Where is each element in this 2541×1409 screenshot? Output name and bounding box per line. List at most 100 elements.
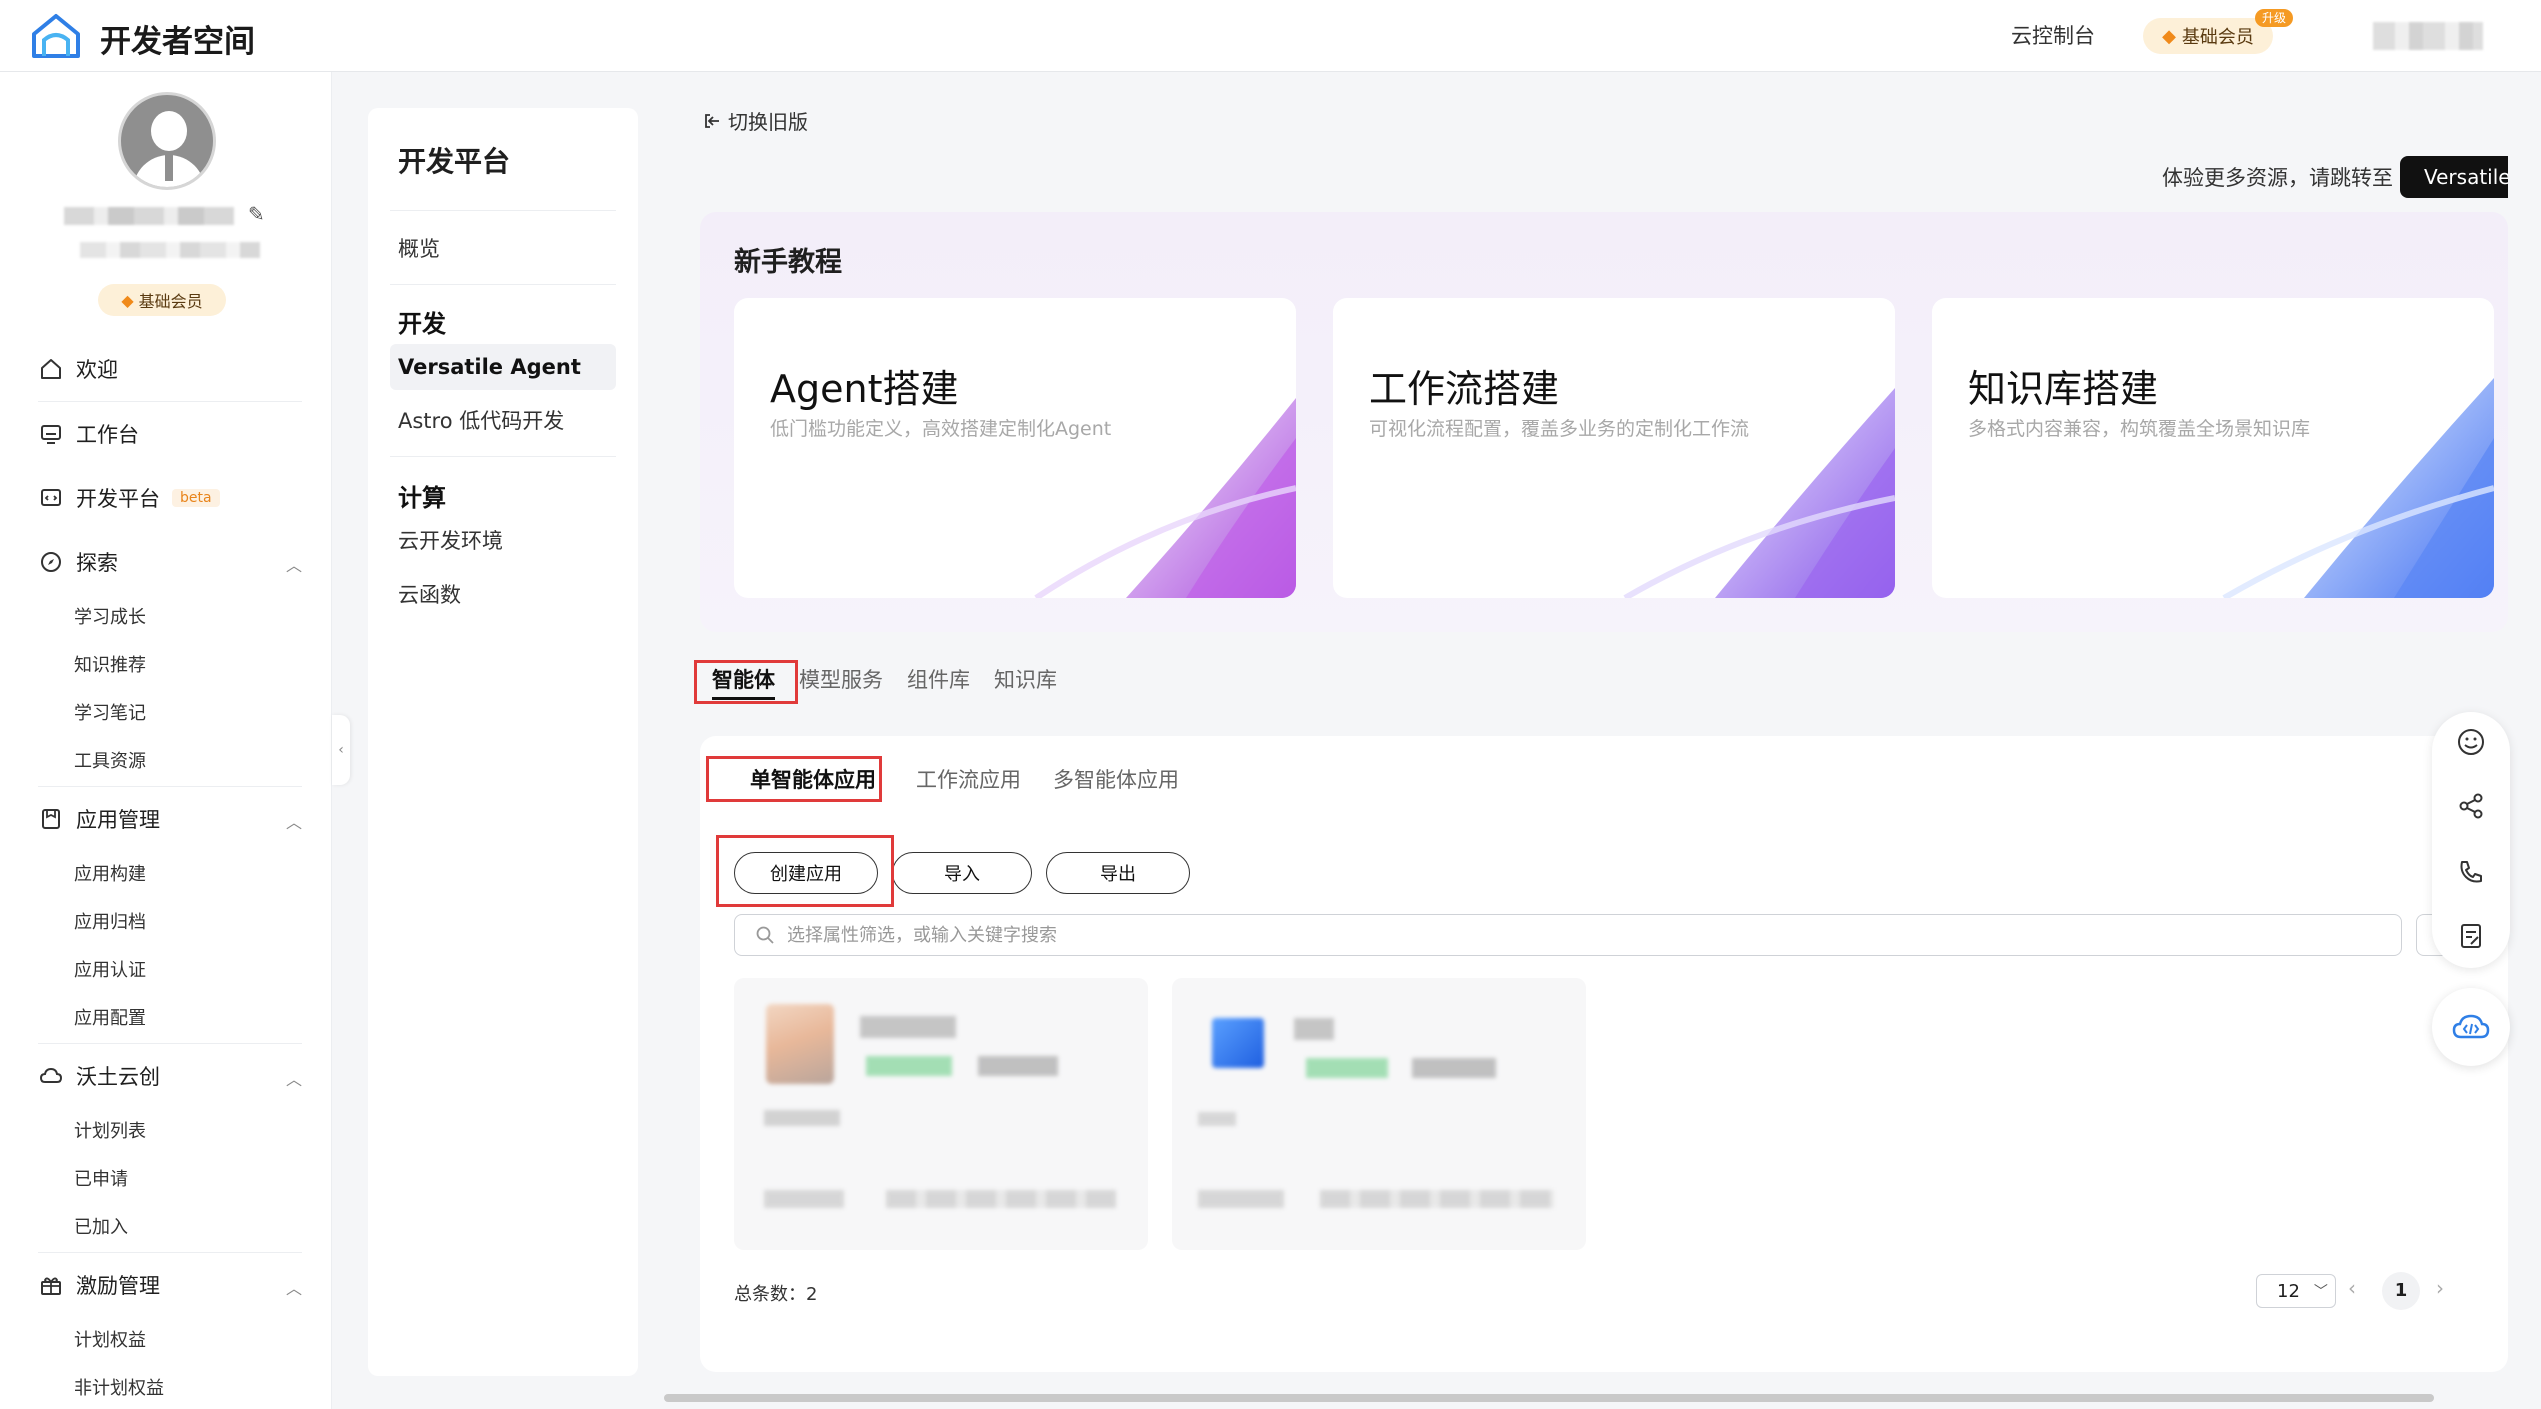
phone-icon[interactable] bbox=[2451, 852, 2491, 892]
app-meta-blurred bbox=[764, 1190, 844, 1208]
tutorial-card-title: 知识库搭建 bbox=[1968, 367, 2159, 411]
sidebar-item-explore[interactable]: 探索 ︿ bbox=[0, 530, 332, 594]
total-value: 2 bbox=[806, 1284, 818, 1305]
chevron-up-icon[interactable]: ︿ bbox=[286, 1275, 302, 1299]
compass-icon bbox=[38, 549, 64, 575]
sidebar-item-workbench[interactable]: 工作台 bbox=[0, 402, 332, 466]
cloud-code-icon[interactable] bbox=[2432, 988, 2510, 1066]
sidebar-item-wotu[interactable]: 沃土云创 ︿ bbox=[0, 1044, 332, 1108]
diamond-icon: ◆ bbox=[2162, 25, 2176, 47]
chevron-down-icon: ﹀ bbox=[2313, 1284, 2328, 1300]
sidebar-subitem-applied[interactable]: 已申请 bbox=[0, 1156, 332, 1204]
dev-menu-versatile-agent[interactable]: Versatile Agent bbox=[390, 344, 616, 390]
page-size-value: 12 bbox=[2277, 1280, 2300, 1302]
note-edit-icon[interactable] bbox=[2451, 916, 2491, 956]
switch-old-version-link[interactable]: 切换旧版 bbox=[702, 106, 808, 135]
dev-menu-group-dev: 开发 bbox=[398, 310, 446, 338]
page-size-select[interactable]: 12 ﹀ bbox=[2256, 1274, 2336, 1308]
tab-component-library[interactable]: 组件库 bbox=[895, 660, 982, 700]
sidebar-item-app-management[interactable]: 应用管理 ︿ bbox=[0, 787, 332, 851]
horizontal-scrollbar[interactable] bbox=[664, 1394, 2434, 1402]
page-number-current[interactable]: 1 bbox=[2382, 1272, 2420, 1310]
feedback-smiley-icon[interactable] bbox=[2451, 722, 2491, 762]
chevron-up-icon[interactable]: ︿ bbox=[286, 1066, 302, 1090]
app-tag-blurred bbox=[1412, 1058, 1496, 1078]
dev-menu-cloud-env[interactable]: 云开发环境 bbox=[390, 518, 616, 564]
code-window-icon bbox=[38, 485, 64, 511]
dev-menu-title: 开发平台 bbox=[398, 145, 511, 178]
sidebar-subitem-learning[interactable]: 学习成长 bbox=[0, 594, 332, 642]
sidebar-nav: 欢迎 工作台 开发平台 beta 探索 ︿ 学习成长 知识推荐 学习笔记 工具资… bbox=[0, 337, 332, 1409]
divider bbox=[390, 210, 616, 211]
divider bbox=[390, 284, 616, 285]
tutorial-card-knowledge[interactable]: 知识库搭建 多格式内容兼容，构筑覆盖全场景知识库 bbox=[1932, 298, 2494, 598]
diamond-icon: ◆ bbox=[121, 290, 134, 310]
floating-toolbar bbox=[2432, 712, 2510, 968]
tab-knowledge-base[interactable]: 知识库 bbox=[982, 660, 1069, 700]
app-box-icon bbox=[38, 806, 64, 832]
search-input[interactable] bbox=[787, 924, 2287, 946]
app-card[interactable] bbox=[1172, 978, 1586, 1250]
search-bar[interactable] bbox=[734, 914, 2402, 956]
tutorial-card-agent[interactable]: Agent搭建 低门槛功能定义，高效搭建定制化Agent bbox=[734, 298, 1296, 598]
upgrade-tag[interactable]: 升级 bbox=[2255, 9, 2294, 27]
export-button[interactable]: 导出 bbox=[1046, 852, 1190, 894]
sidebar-subitem-plan-rights[interactable]: 计划权益 bbox=[0, 1317, 332, 1365]
create-app-button[interactable]: 创建应用 bbox=[734, 852, 878, 894]
tab-multi-agent-app[interactable]: 多智能体应用 bbox=[1053, 756, 1179, 804]
dev-menu-group-compute: 计算 bbox=[398, 484, 446, 512]
sidebar-member-badge[interactable]: ◆ 基础会员 bbox=[98, 284, 226, 316]
action-buttons: 创建应用 导入 导出 bbox=[734, 852, 1190, 894]
app-status-blurred bbox=[1306, 1058, 1388, 1078]
member-level-button[interactable]: ◆ 基础会员 bbox=[2143, 18, 2273, 54]
tutorial-section: 新手教程 Agent搭建 低门槛功能定义，高效搭建定制化Agent 工作流搭建 … bbox=[700, 212, 2508, 632]
app-tag-blurred bbox=[978, 1056, 1058, 1076]
beta-badge: beta bbox=[172, 489, 220, 507]
blue-wave-illustration bbox=[2222, 378, 2494, 598]
user-account-menu[interactable] bbox=[2373, 22, 2483, 50]
sidebar-subitem-app-build[interactable]: 应用构建 bbox=[0, 851, 332, 899]
app-name-blurred bbox=[860, 1016, 956, 1038]
sidebar-item-welcome[interactable]: 欢迎 bbox=[0, 337, 332, 401]
cloud-console-link[interactable]: 云控制台 bbox=[2011, 20, 2095, 50]
dev-space-logo-icon[interactable] bbox=[30, 12, 82, 60]
sidebar-subitem-app-cert[interactable]: 应用认证 bbox=[0, 947, 332, 995]
purple-wave-illustration bbox=[1034, 398, 1296, 598]
sidebar-subitem-plan-list[interactable]: 计划列表 bbox=[0, 1108, 332, 1156]
app-date-blurred bbox=[886, 1190, 1116, 1208]
sidebar-subitem-app-archive[interactable]: 应用归档 bbox=[0, 899, 332, 947]
app-card[interactable] bbox=[734, 978, 1148, 1250]
tutorial-card-workflow[interactable]: 工作流搭建 可视化流程配置，覆盖多业务的定制化工作流 bbox=[1333, 298, 1895, 598]
sidebar-subitem-notes[interactable]: 学习笔记 bbox=[0, 690, 332, 738]
tutorial-card-title: Agent搭建 bbox=[770, 367, 959, 411]
import-button[interactable]: 导入 bbox=[892, 852, 1032, 894]
dev-menu-cloud-functions[interactable]: 云函数 bbox=[390, 572, 616, 618]
sidebar-subitem-knowledge[interactable]: 知识推荐 bbox=[0, 642, 332, 690]
dev-menu-astro[interactable]: Astro 低代码开发 bbox=[390, 398, 616, 444]
sidebar-item-label: 沃土云创 bbox=[76, 1065, 160, 1089]
sidebar-item-dev-platform[interactable]: 开发平台 beta bbox=[0, 466, 332, 530]
share-icon[interactable] bbox=[2451, 786, 2491, 826]
switch-old-label: 切换旧版 bbox=[728, 110, 808, 134]
prev-page-button[interactable]: ‹ bbox=[2348, 1276, 2356, 1300]
tab-single-agent-app[interactable]: 单智能体应用 bbox=[730, 756, 884, 804]
app-date-blurred bbox=[1320, 1190, 1554, 1208]
versatile-jump-button[interactable]: Versatile bbox=[2400, 156, 2508, 198]
sidebar-subitem-tools[interactable]: 工具资源 bbox=[0, 738, 332, 786]
app-title[interactable]: 开发者空间 bbox=[100, 16, 255, 61]
tab-workflow-app[interactable]: 工作流应用 bbox=[916, 756, 1021, 804]
dev-menu-overview[interactable]: 概览 bbox=[390, 226, 616, 272]
sidebar-collapse-handle[interactable]: ‹ bbox=[332, 715, 350, 785]
sidebar-item-label: 欢迎 bbox=[76, 358, 118, 382]
sidebar-subitem-app-config[interactable]: 应用配置 bbox=[0, 995, 332, 1043]
sidebar-subitem-joined[interactable]: 已加入 bbox=[0, 1204, 332, 1252]
avatar[interactable] bbox=[118, 92, 216, 190]
tab-agent[interactable]: 智能体 bbox=[700, 660, 787, 700]
next-page-button[interactable]: › bbox=[2436, 1276, 2444, 1300]
edit-pencil-icon[interactable]: ✎ bbox=[248, 202, 265, 226]
chevron-up-icon[interactable]: ︿ bbox=[286, 809, 302, 833]
tab-model-service[interactable]: 模型服务 bbox=[787, 660, 895, 700]
sidebar-item-incentive[interactable]: 激励管理 ︿ bbox=[0, 1253, 332, 1317]
sidebar-subitem-non-plan-rights[interactable]: 非计划权益 bbox=[0, 1365, 332, 1409]
chevron-up-icon[interactable]: ︿ bbox=[286, 552, 302, 576]
